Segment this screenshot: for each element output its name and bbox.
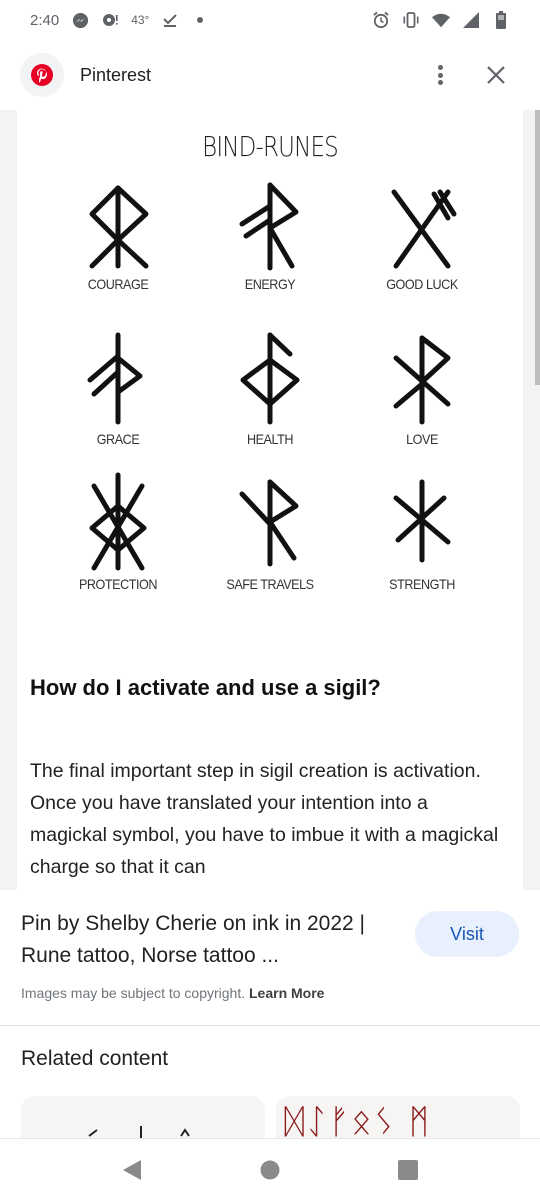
rune-protection: PROTECTION	[43, 472, 193, 592]
battery-icon	[492, 11, 510, 29]
rune-label: ENERGY	[244, 276, 296, 292]
dot-icon	[191, 11, 209, 29]
good-luck-rune-icon	[391, 189, 457, 269]
protection-rune-icon	[89, 472, 147, 571]
source-name: Pinterest	[80, 64, 152, 85]
pin-image[interactable]: BIND-RUNES COURAGE ENERGY GOOD LUCK GRAC…	[17, 110, 523, 890]
related-rune-text: ᛞᛇᚠᛟᛊ ᛗ	[284, 1102, 432, 1142]
energy-rune-icon	[239, 182, 299, 271]
signal-icon	[462, 11, 480, 29]
rune-love: LOVE	[347, 332, 497, 447]
rune-courage: COURAGE	[43, 182, 193, 292]
rune-label: STRENGTH	[389, 576, 455, 592]
rune-strength: STRENGTH	[347, 472, 497, 592]
visit-button[interactable]: Visit	[415, 911, 519, 957]
status-bar: 2:40 43°	[0, 0, 540, 40]
safe-travels-rune-icon	[239, 479, 299, 567]
more-options-button[interactable]	[430, 63, 450, 87]
image-scrollbar[interactable]	[535, 110, 540, 385]
messenger-icon	[71, 11, 89, 29]
rune-health: HEALTH	[195, 332, 345, 447]
status-time: 2:40	[30, 11, 60, 29]
rune-label: GRACE	[96, 431, 140, 447]
wifi-icon	[432, 11, 450, 29]
pinterest-logo[interactable]	[20, 53, 64, 97]
pinterest-icon	[31, 64, 53, 86]
rune-label: HEALTH	[246, 431, 294, 447]
rune-label: COURAGE	[87, 276, 149, 292]
rune-energy: ENERGY	[195, 182, 345, 292]
temperature-text: 43°	[131, 13, 150, 27]
courage-rune-icon	[89, 185, 149, 269]
podcast-icon	[101, 11, 119, 29]
strength-rune-icon	[393, 479, 451, 563]
health-rune-icon	[240, 332, 300, 425]
pin-info: Pin by Shelby Cherie on ink in 2022 | Ru…	[0, 890, 540, 1026]
recents-square-icon[interactable]	[398, 1159, 418, 1180]
rune-label: SAFE TRAVELS	[226, 576, 314, 592]
image-viewer[interactable]: BIND-RUNES COURAGE ENERGY GOOD LUCK GRAC…	[0, 110, 540, 977]
rune-good-luck: GOOD LUCK	[347, 182, 497, 292]
image-title: BIND-RUNES	[202, 130, 339, 163]
more-vert-icon	[437, 65, 443, 70]
system-navigation-bar	[0, 1138, 540, 1200]
rune-grace: GRACE	[43, 332, 193, 447]
pin-title-link[interactable]: Pin by Shelby Cherie on ink in 2022 | Ru…	[21, 908, 391, 972]
alarm-icon	[372, 11, 390, 29]
rune-label: LOVE	[406, 431, 438, 447]
back-triangle-icon[interactable]	[122, 1159, 142, 1181]
viewer-header: Pinterest	[0, 44, 540, 106]
related-content-heading: Related content	[21, 1047, 169, 1070]
love-rune-icon	[393, 335, 451, 425]
copyright-text: Images may be subject to copyright.	[21, 985, 246, 1001]
vibrate-icon	[402, 11, 420, 29]
download-done-icon	[161, 11, 179, 29]
copyright-notice: Images may be subject to copyright. Lear…	[21, 985, 324, 1001]
learn-more-link[interactable]: Learn More	[249, 985, 324, 1001]
article-body: The final important step in sigil creati…	[30, 760, 499, 878]
close-icon[interactable]	[484, 63, 508, 87]
rune-safe-travels: SAFE TRAVELS	[195, 472, 345, 592]
article-heading: How do I activate and use a sigil?	[30, 675, 381, 700]
grace-rune-icon	[87, 332, 143, 425]
rune-label: GOOD LUCK	[386, 276, 458, 292]
rune-label: PROTECTION	[78, 576, 158, 592]
home-circle-icon[interactable]	[260, 1160, 280, 1180]
